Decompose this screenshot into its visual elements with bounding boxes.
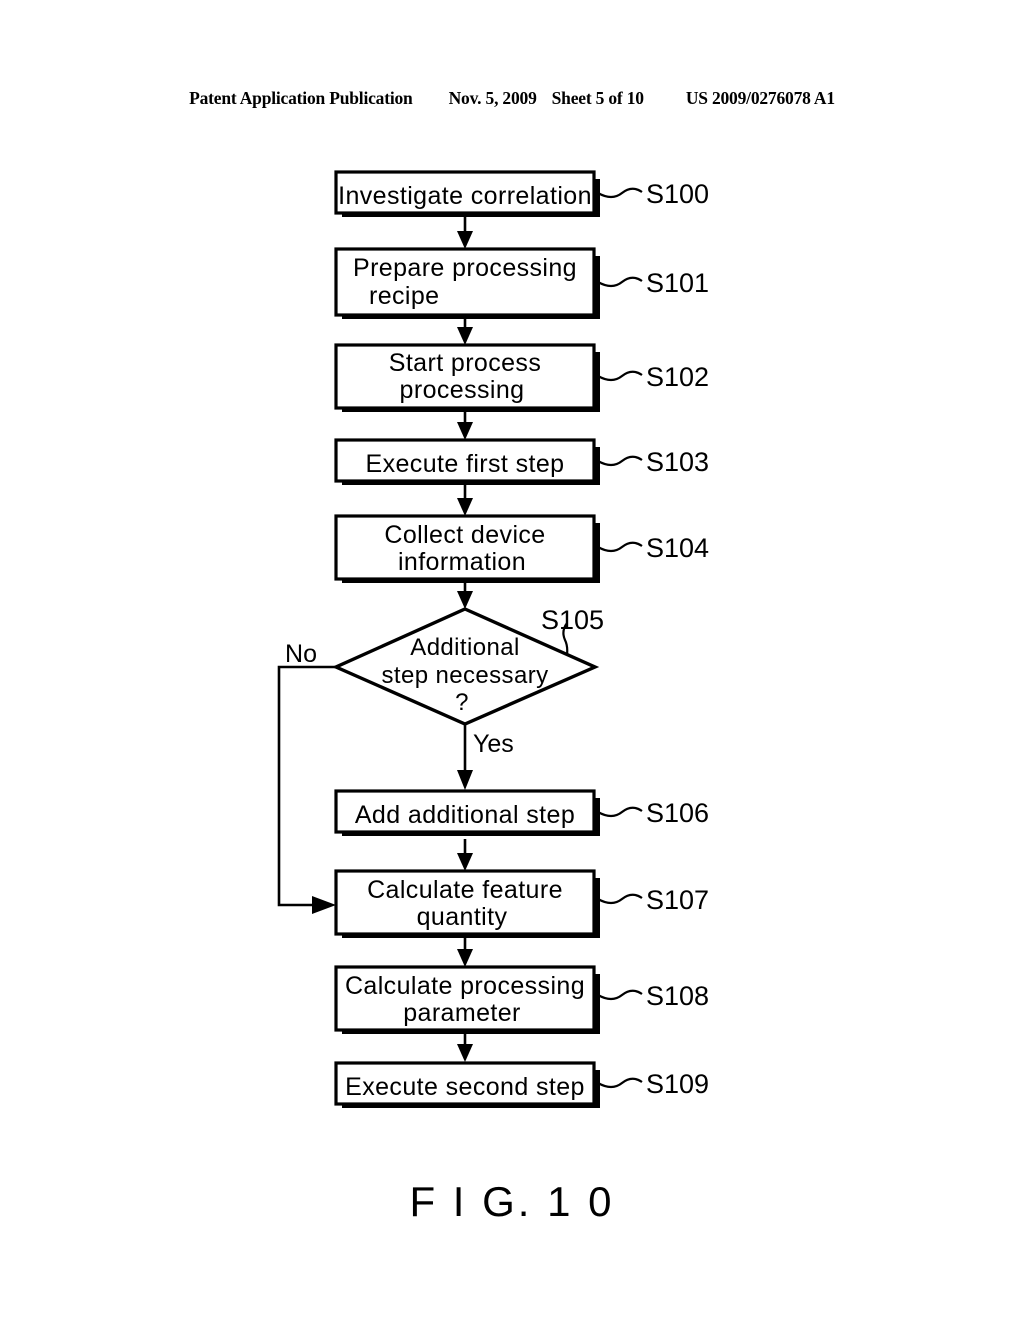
- edge-s103-s104: [457, 484, 473, 516]
- edge-s105-s107-no: [277, 665, 336, 914]
- flow-node-s109[interactable]: Execute second step S109: [334, 1061, 709, 1108]
- flow-node-s105-label: S105: [541, 605, 604, 635]
- flow-node-s100[interactable]: Investigate correlation S100: [334, 170, 709, 217]
- edge-s106-s107: [457, 839, 473, 871]
- flow-node-s106-label: S106: [646, 798, 709, 828]
- flow-node-s108-line2: parameter: [403, 999, 521, 1027]
- branch-label-yes: Yes: [473, 730, 514, 758]
- edge-s108-s109: [457, 1031, 473, 1062]
- flow-node-s108-label: S108: [646, 981, 709, 1011]
- edge-s104-s105: [457, 580, 473, 609]
- flow-node-s109-line1: Execute second step: [345, 1073, 585, 1101]
- flowchart-diagram: Investigate correlation S100 Prepare pro…: [277, 170, 709, 1108]
- flow-node-s104[interactable]: Collect device information S104: [334, 514, 709, 583]
- flow-node-s102[interactable]: Start process processing S102: [334, 343, 709, 412]
- flow-node-s106-line1: Add additional step: [355, 801, 575, 829]
- flow-node-s109-label: S109: [646, 1069, 709, 1099]
- flow-node-s107-line2: quantity: [417, 903, 508, 931]
- flow-node-s101-label: S101: [646, 268, 709, 298]
- flow-node-s101-line1: Prepare processing: [353, 254, 577, 282]
- flow-node-s101[interactable]: Prepare processing recipe S101: [334, 247, 709, 319]
- flow-node-s103[interactable]: Execute first step S103: [334, 438, 709, 485]
- edge-s101-s102: [457, 315, 473, 345]
- flow-node-s108[interactable]: Calculate processing parameter S108: [334, 965, 709, 1034]
- flow-node-s107[interactable]: Calculate feature quantity S107: [334, 869, 709, 938]
- edge-s107-s108: [457, 935, 473, 967]
- flow-node-s103-line1: Execute first step: [366, 450, 565, 478]
- flow-node-s102-line2: processing: [400, 376, 525, 404]
- flow-node-s102-label: S102: [646, 362, 709, 392]
- flow-node-s100-label: S100: [646, 179, 709, 209]
- flow-node-s104-line2: information: [398, 548, 526, 576]
- flow-node-s104-line1: Collect device: [384, 521, 545, 549]
- flow-node-s100-line1: Investigate correlation: [338, 182, 592, 210]
- flow-node-s105-line1: Additional: [410, 634, 519, 661]
- flow-node-s108-line1: Calculate processing: [345, 972, 585, 1000]
- edge-s100-s101: [457, 214, 473, 249]
- edge-s105-s106-yes: [457, 724, 473, 790]
- flow-node-s107-line1: Calculate feature: [367, 876, 563, 904]
- branch-label-no: No: [285, 640, 317, 668]
- flow-node-s106[interactable]: Add additional step S106: [334, 789, 709, 836]
- flow-node-s102-line1: Start process: [389, 349, 541, 377]
- patent-drawing-page: Patent Application Publication Nov. 5, 2…: [0, 0, 1024, 1320]
- flow-node-s107-label: S107: [646, 885, 709, 915]
- flow-node-s101-line2: recipe: [369, 282, 440, 310]
- flow-node-s105-line3: ?: [455, 689, 469, 716]
- flow-node-s105-line2: step necessary: [381, 662, 548, 689]
- flow-node-s103-label: S103: [646, 447, 709, 477]
- edge-s102-s103: [457, 408, 473, 440]
- flow-node-s104-label: S104: [646, 533, 709, 563]
- flow-node-s105[interactable]: Additional step necessary ? S105 No Yes: [285, 605, 604, 758]
- figure-caption: F I G. 1 0: [409, 1178, 615, 1225]
